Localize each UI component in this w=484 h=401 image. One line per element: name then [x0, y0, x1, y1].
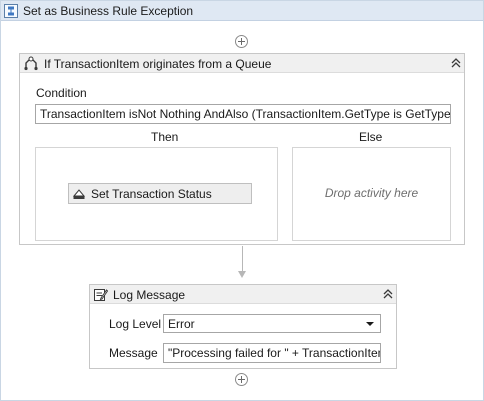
- log-level-select[interactable]: Error: [163, 314, 381, 333]
- condition-label: Condition: [36, 86, 87, 100]
- log-message-header[interactable]: Log Message: [90, 285, 396, 304]
- else-label: Else: [359, 130, 383, 144]
- collapse-if-icon[interactable]: [450, 57, 462, 69]
- sequence-header[interactable]: Set as Business Rule Exception: [1, 1, 483, 21]
- else-branch[interactable]: Drop activity here: [292, 147, 451, 241]
- flow-arrow-icon: [238, 271, 246, 278]
- condition-input[interactable]: TransactionItem isNot Nothing AndAlso (T…: [35, 104, 451, 124]
- log-message-icon: [93, 287, 109, 302]
- drop-activity-hint: Drop activity here: [324, 186, 419, 200]
- log-message-activity[interactable]: Log Message Log Level Error Message "Pro…: [89, 284, 397, 369]
- set-transaction-status-icon: [72, 187, 86, 201]
- set-transaction-status-label: Set Transaction Status: [91, 187, 212, 201]
- log-level-value: Error: [168, 317, 195, 331]
- sequence-title: Set as Business Rule Exception: [23, 4, 194, 18]
- sequence-icon: [4, 4, 18, 18]
- message-label: Message: [109, 346, 158, 360]
- then-branch[interactable]: Set Transaction Status: [35, 147, 278, 241]
- log-level-label: Log Level: [109, 317, 162, 331]
- log-message-title: Log Message: [113, 288, 186, 302]
- then-label: Then: [151, 130, 179, 144]
- add-activity-bottom-icon[interactable]: [235, 373, 248, 386]
- dropdown-arrow-icon: [366, 322, 374, 326]
- add-activity-top-icon[interactable]: [235, 35, 248, 48]
- flow-connector: [242, 246, 243, 272]
- message-input[interactable]: "Processing failed for " + TransactionIt…: [163, 343, 381, 363]
- if-icon: [23, 56, 39, 71]
- collapse-log-message-icon[interactable]: [382, 288, 394, 300]
- if-activity-header[interactable]: If TransactionItem originates from a Que…: [20, 54, 464, 73]
- set-transaction-status-activity[interactable]: Set Transaction Status: [68, 183, 252, 204]
- sequence-container: Set as Business Rule Exception If Transa…: [0, 0, 484, 401]
- if-activity[interactable]: If TransactionItem originates from a Que…: [19, 53, 465, 245]
- if-activity-title: If TransactionItem originates from a Que…: [44, 57, 272, 71]
